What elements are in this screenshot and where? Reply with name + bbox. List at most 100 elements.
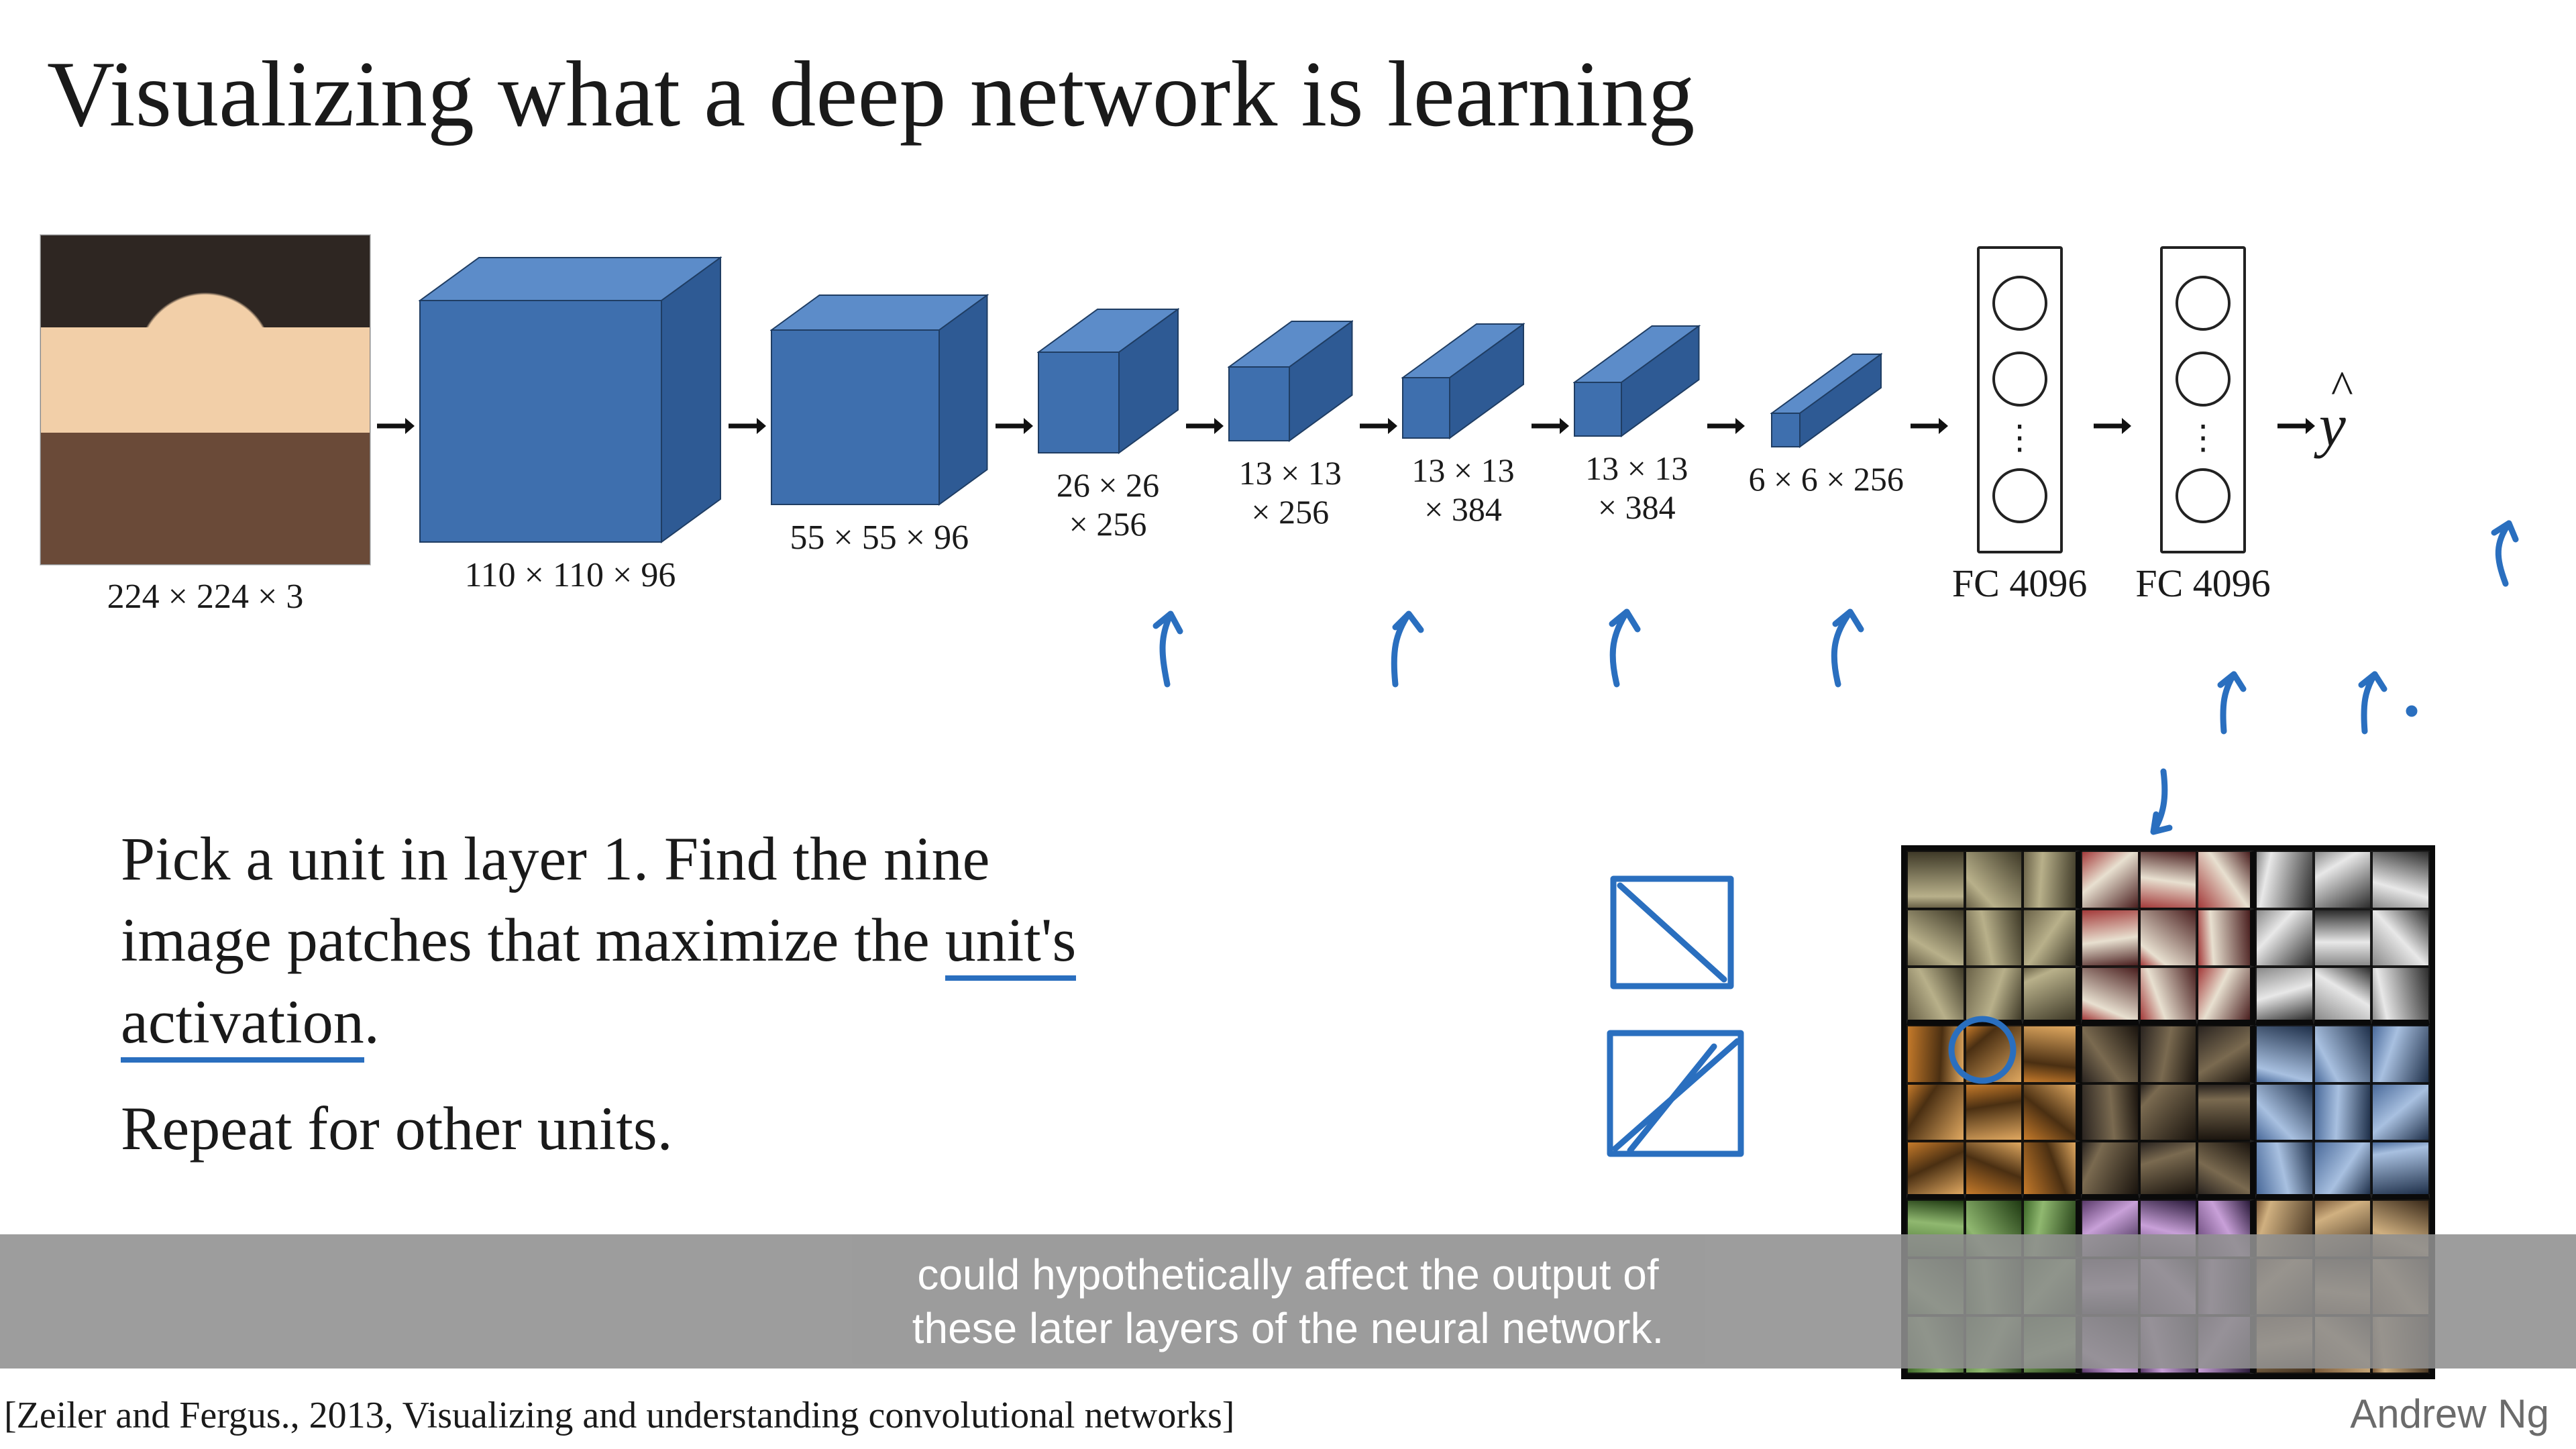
arrow-right-icon bbox=[1529, 406, 1569, 446]
underlined-unit: unit's bbox=[945, 906, 1077, 981]
patch-cell bbox=[1965, 1083, 2023, 1142]
fc-node bbox=[2176, 352, 2231, 407]
network-pipeline: 224 × 224 × 3 110 × 110 × 96 55 × 55 × 9… bbox=[40, 235, 2549, 617]
fc-node bbox=[1992, 468, 2047, 523]
conv-block-4: 13 × 13 × 256 bbox=[1228, 320, 1354, 531]
conv-block-6: 13 × 13 × 384 bbox=[1573, 325, 1701, 527]
block-dim: 13 × 13 × 256 bbox=[1239, 454, 1342, 531]
author: Andrew Ng bbox=[2350, 1391, 2549, 1437]
fc-label: FC 4096 bbox=[2135, 561, 2270, 606]
fc-label: FC 4096 bbox=[1952, 561, 2087, 606]
patch-cell bbox=[2023, 851, 2081, 909]
block-dim: 26 × 26 × 256 bbox=[1057, 466, 1159, 543]
output-yhat: y bbox=[2319, 391, 2346, 460]
patch-cell bbox=[2314, 909, 2372, 967]
input-dim: 224 × 224 × 3 bbox=[107, 577, 304, 617]
patch-cell bbox=[2371, 1025, 2430, 1083]
patch-cell bbox=[1965, 1141, 2023, 1199]
y-hat-symbol: y bbox=[2319, 391, 2346, 460]
patch-cell bbox=[1965, 909, 2023, 967]
patch-cell bbox=[2023, 1025, 2081, 1083]
patch-cell bbox=[1907, 967, 1965, 1025]
block-dim: 6 × 6 × 256 bbox=[1749, 460, 1904, 499]
block-dim: 110 × 110 × 96 bbox=[465, 555, 676, 596]
patch-cell bbox=[2371, 1083, 2430, 1142]
patch-cell bbox=[1907, 851, 1965, 909]
patch-cell bbox=[2371, 909, 2430, 967]
patch-cell bbox=[1965, 967, 2023, 1025]
patch-cell bbox=[2197, 1083, 2255, 1142]
cuboid-icon bbox=[1037, 308, 1179, 454]
fc-node bbox=[1992, 276, 2047, 331]
arrow-right-icon bbox=[993, 406, 1033, 446]
patch-cell bbox=[2023, 909, 2081, 967]
slide-title: Visualizing what a deep network is learn… bbox=[47, 40, 2529, 148]
block-dim: 55 × 55 × 96 bbox=[790, 518, 969, 558]
patch-cell bbox=[2314, 851, 2372, 909]
patch-cell bbox=[2139, 1025, 2198, 1083]
patch-cell bbox=[2023, 1141, 2081, 1199]
conv-block-7: 6 × 6 × 256 bbox=[1749, 353, 1904, 499]
arrow-right-icon bbox=[2275, 406, 2315, 446]
cuboid-icon bbox=[1228, 320, 1354, 442]
patch-cell bbox=[2081, 967, 2139, 1025]
patch-cell bbox=[1907, 1141, 1965, 1199]
patch-cell bbox=[2139, 909, 2198, 967]
instruction-line-1b: image patches that maximize the bbox=[121, 906, 945, 974]
underlined-activation: activation bbox=[121, 987, 364, 1063]
fc-node bbox=[2176, 468, 2231, 523]
patch-cell bbox=[1965, 1025, 2023, 1083]
cuboid-icon bbox=[1401, 323, 1525, 439]
patch-cell bbox=[2139, 967, 2198, 1025]
period: . bbox=[364, 987, 380, 1056]
fc-layer-2: ⋮ FC 4096 bbox=[2135, 246, 2270, 606]
patch-cell bbox=[1907, 909, 1965, 967]
patch-cell bbox=[2139, 851, 2198, 909]
patch-cell bbox=[2255, 909, 2314, 967]
patch-cell bbox=[2197, 967, 2255, 1025]
citation: [Zeiler and Fergus., 2013, Visualizing a… bbox=[4, 1394, 1234, 1437]
cuboid-icon bbox=[419, 256, 722, 543]
patch-cell bbox=[2081, 1141, 2139, 1199]
arrow-right-icon bbox=[1183, 406, 1224, 446]
fc-node bbox=[1992, 352, 2047, 407]
patch-cell bbox=[2255, 967, 2314, 1025]
fc-box: ⋮ bbox=[2160, 246, 2246, 553]
slide: Visualizing what a deep network is learn… bbox=[0, 0, 2576, 1449]
patch-cell bbox=[2081, 1083, 2139, 1142]
input-image: 224 × 224 × 3 bbox=[40, 235, 370, 617]
block-dim: 13 × 13 × 384 bbox=[1585, 449, 1688, 527]
patch-cell bbox=[2255, 1141, 2314, 1199]
face-photo bbox=[40, 235, 370, 565]
arrow-right-icon bbox=[1705, 406, 1745, 446]
subtitle-text: could hypothetically affect the output o… bbox=[912, 1248, 1664, 1355]
patch-cell bbox=[2255, 1083, 2314, 1142]
patch-cell bbox=[2139, 1083, 2198, 1142]
conv-block-1: 110 × 110 × 96 bbox=[419, 256, 722, 596]
patch-cell bbox=[2081, 909, 2139, 967]
patch-cell bbox=[2139, 1141, 2198, 1199]
arrow-right-icon bbox=[1908, 406, 1948, 446]
arrow-right-icon bbox=[374, 406, 415, 446]
patch-cell bbox=[2314, 1141, 2372, 1199]
patch-cell bbox=[2314, 967, 2372, 1025]
patch-cell bbox=[2371, 851, 2430, 909]
patch-cell bbox=[2371, 1141, 2430, 1199]
patch-cell bbox=[2371, 967, 2430, 1025]
patch-cell bbox=[2197, 851, 2255, 909]
patch-cell bbox=[1965, 851, 2023, 909]
patch-cell bbox=[2197, 1141, 2255, 1199]
patch-cell bbox=[2255, 851, 2314, 909]
vdots-icon: ⋮ bbox=[2003, 427, 2037, 447]
cuboid-icon bbox=[770, 294, 989, 506]
patch-cell bbox=[1907, 1083, 1965, 1142]
patch-cell bbox=[2314, 1025, 2372, 1083]
cuboid-icon bbox=[1770, 353, 1882, 448]
patch-cell bbox=[2314, 1083, 2372, 1142]
patch-cell bbox=[2197, 1025, 2255, 1083]
conv-block-3: 26 × 26 × 256 bbox=[1037, 308, 1179, 543]
conv-block-5: 13 × 13 × 384 bbox=[1401, 323, 1525, 529]
instruction-line-1a: Pick a unit in layer 1. Find the nine bbox=[121, 824, 989, 893]
arrow-right-icon bbox=[1357, 406, 1397, 446]
patch-cell bbox=[2081, 1025, 2139, 1083]
